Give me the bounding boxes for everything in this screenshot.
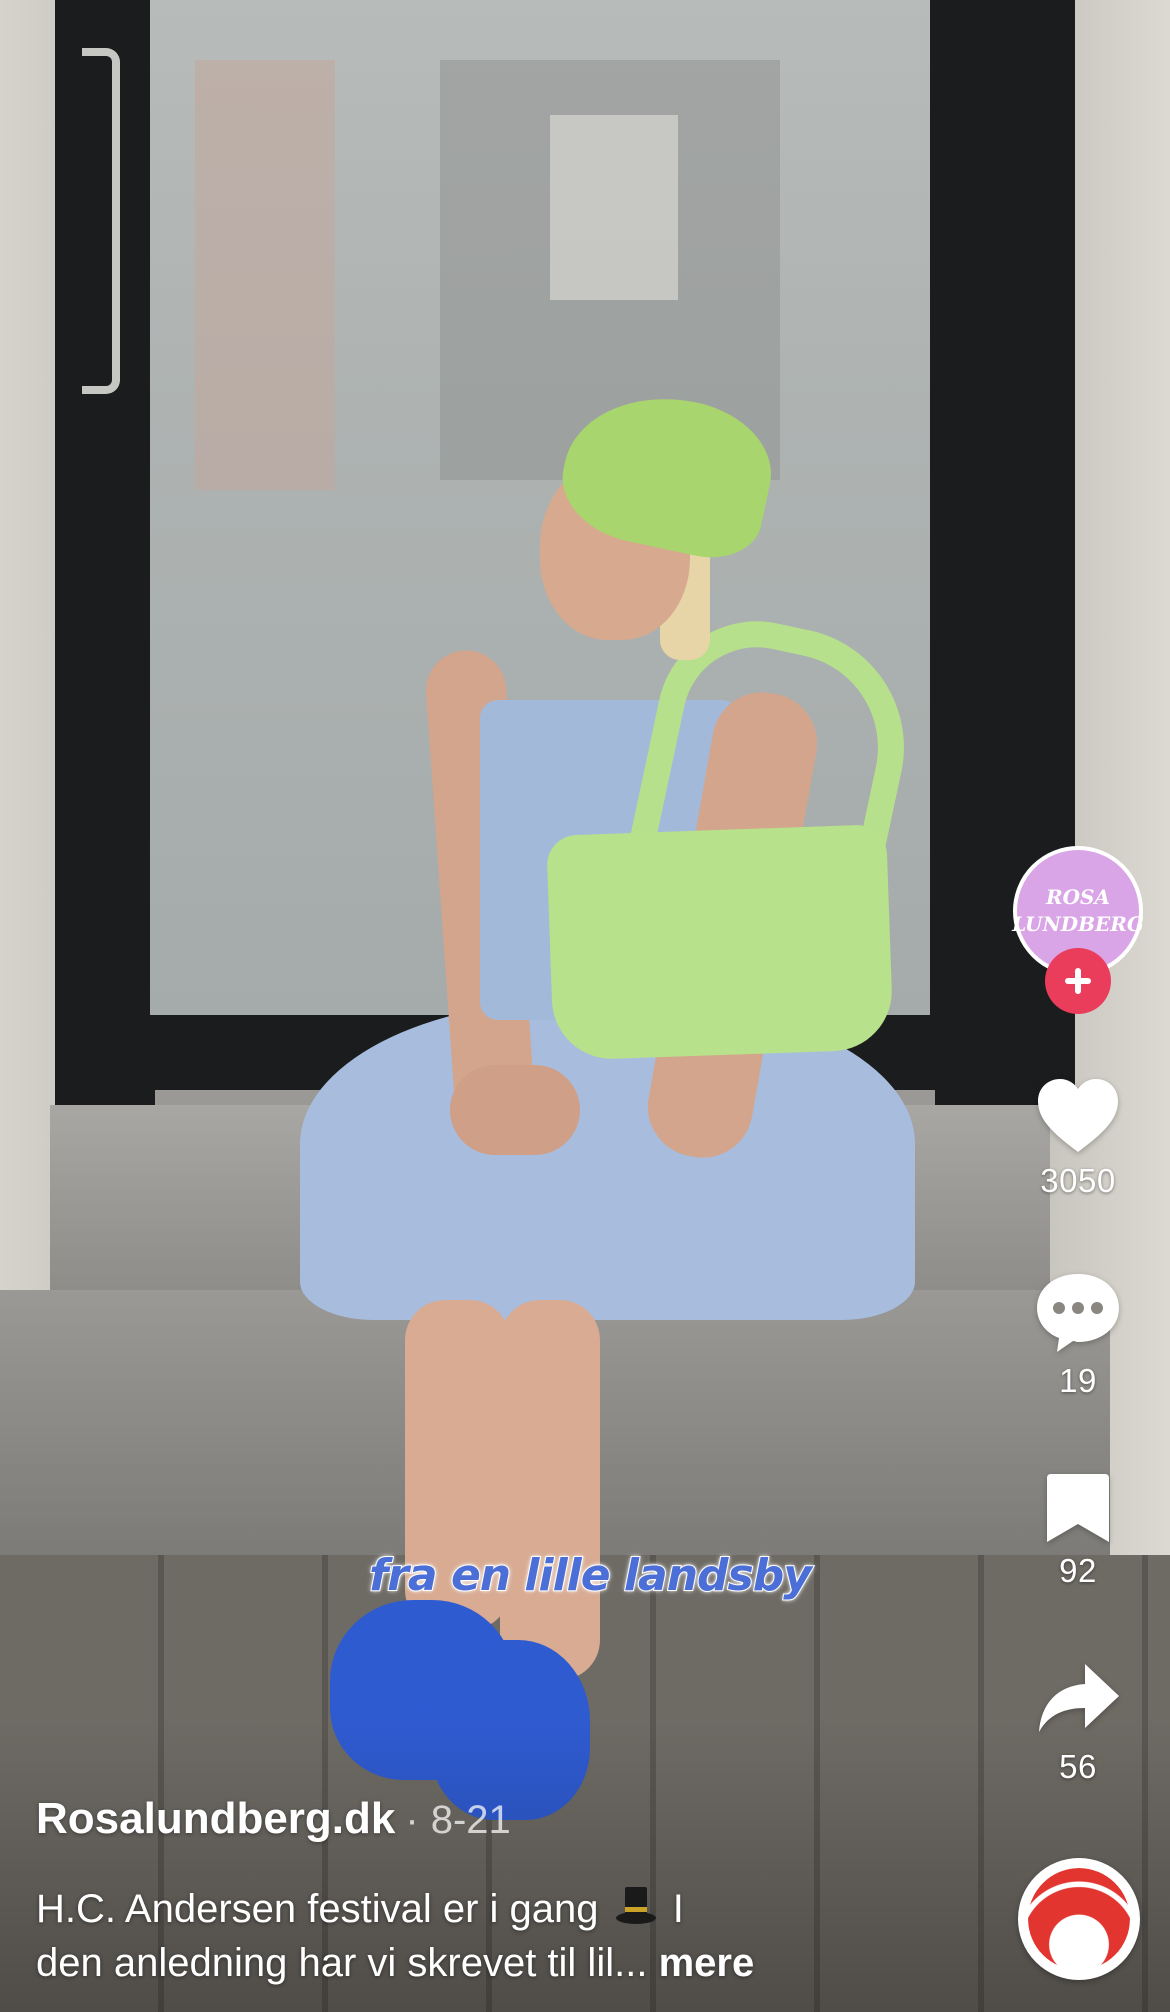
hands bbox=[450, 1065, 580, 1155]
comment-icon bbox=[1037, 1274, 1119, 1352]
reflection bbox=[195, 60, 335, 490]
sound-icon bbox=[1028, 1868, 1130, 1970]
video-frame[interactable] bbox=[0, 0, 1170, 2012]
share-count: 56 bbox=[1059, 1748, 1097, 1785]
save-count: 92 bbox=[1059, 1552, 1097, 1589]
quilted-bag bbox=[546, 824, 894, 1061]
description-line1-tail: I bbox=[672, 1887, 684, 1931]
comment-count: 19 bbox=[1059, 1362, 1097, 1399]
music-disc[interactable] bbox=[1018, 1858, 1140, 1980]
description-line2: den anledning har vi skrevet til lil... bbox=[36, 1941, 648, 1985]
author-row: Rosalundberg.dk · 8-21 bbox=[36, 1794, 511, 1844]
video-caption-sticker: fra en lille landsby bbox=[368, 1549, 813, 1602]
bookmark-icon bbox=[1047, 1474, 1109, 1542]
share-arrow-icon bbox=[1039, 1664, 1119, 1732]
more-link[interactable]: mere bbox=[659, 1941, 755, 1985]
top-hat-emoji-icon bbox=[615, 1887, 656, 1924]
heart-icon bbox=[1038, 1079, 1118, 1152]
author-username[interactable]: Rosalundberg.dk bbox=[36, 1794, 395, 1844]
plus-icon bbox=[1065, 968, 1091, 994]
follow-button[interactable] bbox=[1045, 948, 1111, 1014]
post-time: 8-21 bbox=[430, 1798, 511, 1842]
share-button[interactable]: 56 bbox=[1020, 1660, 1136, 1786]
door-handle bbox=[82, 48, 120, 394]
like-count: 3050 bbox=[1040, 1162, 1116, 1199]
avatar-text-line1: ROSA bbox=[1046, 885, 1111, 909]
save-button[interactable]: 92 bbox=[1020, 1470, 1136, 1590]
poster bbox=[550, 115, 678, 300]
leg bbox=[500, 1300, 600, 1680]
like-button[interactable]: 3050 bbox=[1020, 1076, 1136, 1200]
post-separator: · bbox=[405, 1798, 419, 1842]
avatar-text-line2: LUNDBERG bbox=[1012, 912, 1144, 936]
post-description[interactable]: H.C. Andersen festival er i gang I den a… bbox=[36, 1882, 896, 1990]
comment-button[interactable]: 19 bbox=[1020, 1270, 1136, 1400]
description-line1: H.C. Andersen festival er i gang bbox=[36, 1887, 599, 1931]
